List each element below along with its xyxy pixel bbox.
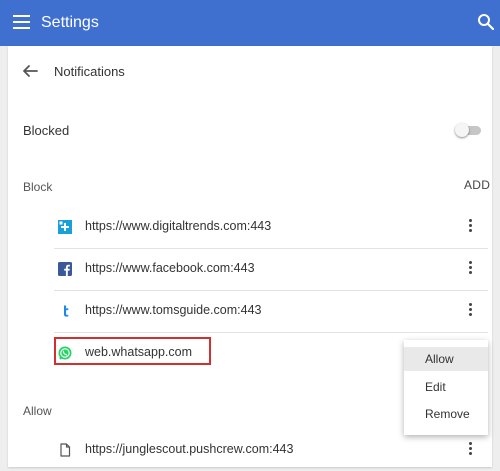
toggle-knob	[455, 123, 469, 137]
tomsguide-icon	[58, 304, 72, 318]
context-menu: Allow Edit Remove	[404, 340, 488, 435]
page-title: Notifications	[54, 64, 125, 79]
block-site-row[interactable]: https://www.tomsguide.com:443	[54, 290, 488, 332]
facebook-icon	[58, 262, 72, 276]
block-site-row[interactable]: https://www.digitaltrends.com:443	[54, 206, 488, 248]
highlight-box	[54, 337, 211, 365]
search-icon[interactable]	[477, 13, 495, 31]
allow-site-row[interactable]: https://junglescout.pushcrew.com:443	[54, 429, 488, 471]
app-header: Settings	[0, 0, 500, 46]
add-button[interactable]: ADD	[464, 178, 490, 192]
digitaltrends-icon	[58, 220, 72, 234]
more-options-icon[interactable]	[465, 261, 475, 277]
app-title: Settings	[41, 14, 99, 31]
more-options-icon[interactable]	[465, 219, 475, 235]
menu-item-edit[interactable]: Edit	[404, 375, 488, 399]
site-url: https://www.digitaltrends.com:443	[85, 219, 272, 233]
menu-item-remove[interactable]: Remove	[404, 402, 488, 426]
back-arrow-icon[interactable]	[21, 63, 39, 79]
menu-icon[interactable]	[13, 15, 30, 29]
menu-item-label: Allow	[425, 352, 454, 366]
blocked-toggle-label: Blocked	[23, 123, 70, 138]
more-options-icon[interactable]	[465, 442, 475, 458]
menu-item-allow[interactable]: Allow	[404, 347, 488, 371]
more-options-icon[interactable]	[465, 303, 475, 319]
block-section-label: Block	[23, 180, 53, 194]
blocked-toggle[interactable]	[455, 123, 483, 137]
settings-card: Notifications Blocked Block ADD https://…	[8, 46, 492, 467]
menu-item-label: Edit	[425, 380, 446, 394]
block-site-row[interactable]: https://www.facebook.com:443	[54, 248, 488, 290]
menu-item-label: Remove	[425, 407, 470, 421]
file-icon	[58, 443, 72, 457]
site-url: https://www.tomsguide.com:443	[85, 303, 262, 317]
site-url: https://junglescout.pushcrew.com:443	[85, 442, 294, 456]
site-url: https://www.facebook.com:443	[85, 261, 255, 275]
allow-section-label: Allow	[23, 404, 52, 418]
